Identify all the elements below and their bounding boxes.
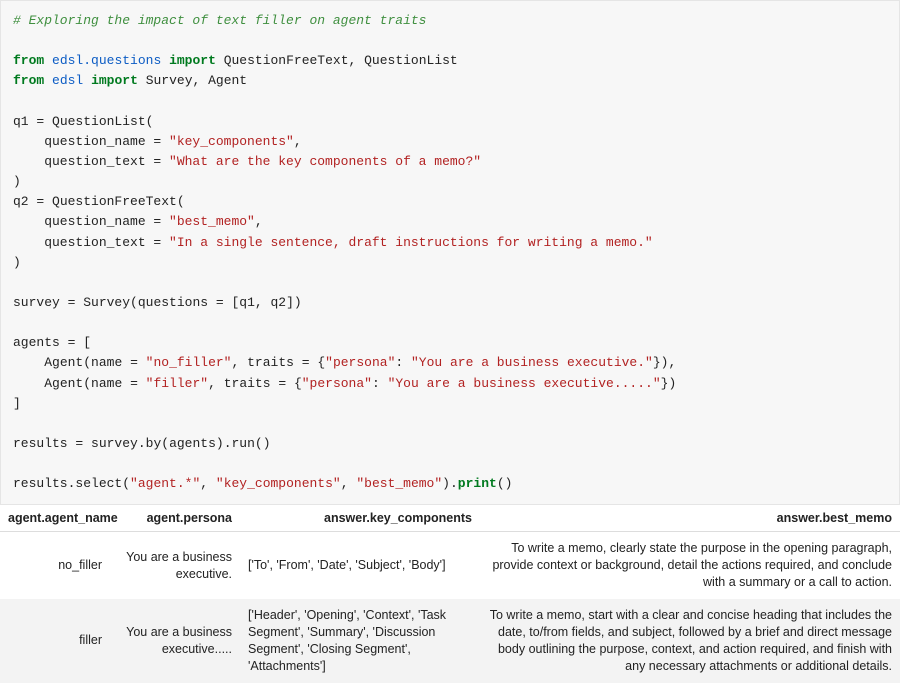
sel2: "key_components" [216, 476, 341, 491]
class-Survey: Survey [83, 295, 130, 310]
kw-name: name [91, 376, 122, 391]
class-QFree: QuestionFreeText [52, 194, 177, 209]
method-by: by [146, 436, 162, 451]
module2: edsl [52, 73, 83, 88]
q1-text: "What are the key components of a memo?" [169, 154, 481, 169]
sel3: "best_memo" [356, 476, 442, 491]
results-table: agent.agent_name agent.persona answer.ke… [0, 505, 900, 682]
kw-name: name [91, 355, 122, 370]
cell-agent-persona: You are a business executive..... [110, 599, 240, 683]
import2: Survey, Agent [146, 73, 247, 88]
q2-name: "best_memo" [169, 214, 255, 229]
module1: edsl.questions [52, 53, 161, 68]
persona-key: "persona" [302, 376, 372, 391]
q-list: [q1, q2] [231, 295, 293, 310]
cell-agent-persona: You are a business executive. [110, 532, 240, 599]
kw-from: from [13, 73, 44, 88]
arg-qname: question_name [13, 134, 146, 149]
code-cell: # Exploring the impact of text filler on… [0, 0, 900, 505]
var-survey: survey [13, 295, 60, 310]
a1-name: "no_filler" [146, 355, 232, 370]
kw-traits: traits [247, 355, 294, 370]
import1: QuestionFreeText, QuestionList [224, 53, 458, 68]
var-results: results [13, 436, 68, 451]
class-Agent: Agent [44, 355, 83, 370]
a2-name: "filler" [146, 376, 208, 391]
q2-text: "In a single sentence, draft instruction… [169, 235, 653, 250]
var-q2: q2 [13, 194, 29, 209]
class-Agent: Agent [44, 376, 83, 391]
arg-qtext: question_text [13, 235, 146, 250]
kw-questions: questions [138, 295, 208, 310]
persona-key: "persona" [325, 355, 395, 370]
cell-agent-name: no_filler [0, 532, 110, 599]
cell-key-components: ['Header', 'Opening', 'Context', 'Task S… [240, 599, 480, 683]
close-bracket: ] [13, 396, 21, 411]
header-best-memo: answer.best_memo [480, 505, 900, 532]
method-run: run [232, 436, 255, 451]
arg-qtext: question_text [13, 154, 146, 169]
kw-import: import [169, 53, 216, 68]
table-row: filler You are a business executive.....… [0, 599, 900, 683]
sel1: "agent.*" [130, 476, 200, 491]
kw-import: import [91, 73, 138, 88]
method-select: select [75, 476, 122, 491]
kw-from: from [13, 53, 44, 68]
var-q1: q1 [13, 114, 29, 129]
var-agents: agents [13, 335, 60, 350]
class-QList: QuestionList [52, 114, 146, 129]
cell-best-memo: To write a memo, clearly state the purpo… [480, 532, 900, 599]
kw-traits: traits [224, 376, 271, 391]
header-key-components: answer.key_components [240, 505, 480, 532]
a1-persona: "You are a business executive." [411, 355, 653, 370]
header-agent-name: agent.agent_name [0, 505, 110, 532]
arg-qname: question_name [13, 214, 146, 229]
cell-best-memo: To write a memo, start with a clear and … [480, 599, 900, 683]
cell-agent-name: filler [0, 599, 110, 683]
table-header-row: agent.agent_name agent.persona answer.ke… [0, 505, 900, 532]
q1-name: "key_components" [169, 134, 294, 149]
header-agent-persona: agent.persona [110, 505, 240, 532]
cell-key-components: ['To', 'From', 'Date', 'Subject', 'Body'… [240, 532, 480, 599]
table-row: no_filler You are a business executive. … [0, 532, 900, 599]
a2-persona: "You are a business executive....." [388, 376, 661, 391]
code-comment: # Exploring the impact of text filler on… [13, 13, 426, 28]
method-print: print [458, 476, 497, 491]
